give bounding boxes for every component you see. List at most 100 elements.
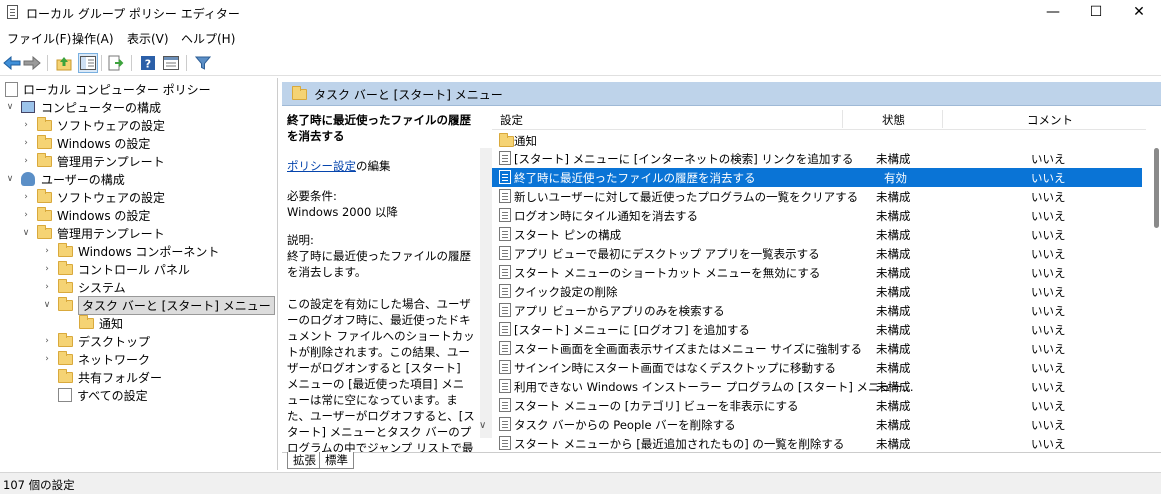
menu-action[interactable]: 操作(A) [72, 30, 114, 47]
minimize-button[interactable]: — [1030, 0, 1076, 26]
description-title: 終了時に最近使ったファイルの履歴を消去する [287, 113, 471, 143]
chevron-down-icon[interactable]: ∨ [5, 102, 15, 112]
table-row[interactable]: スタート ピンの構成 未構成 いいえ [492, 225, 1142, 244]
table-row[interactable]: [スタート] メニューに [インターネットの検索] リンクを追加する 未構成 いいえ [492, 149, 1142, 168]
folder-icon [37, 152, 52, 167]
folder-icon [37, 116, 52, 131]
table-row[interactable]: アプリ ビューで最初にデスクトップ アプリを一覧表示する 未構成 いいえ [492, 244, 1142, 263]
list-scrollbar[interactable] [1152, 108, 1161, 452]
table-row[interactable]: ログオン時にタイル通知を消去する 未構成 いいえ [492, 206, 1142, 225]
chevron-right-icon[interactable]: › [42, 246, 52, 256]
table-row[interactable]: スタート画面を全画面表示サイズまたはメニュー サイズに強制する 未構成 いいえ [492, 339, 1142, 358]
setting-icon [499, 189, 511, 203]
user-icon [21, 172, 35, 186]
menu-view[interactable]: 表示(V) [127, 30, 169, 47]
table-row[interactable]: サインイン時にスタート画面ではなくデスクトップに移動する 未構成 いいえ [492, 358, 1142, 377]
details-header: タスク バーと [スタート] メニュー [282, 82, 1161, 106]
table-row[interactable]: [スタート] メニューに [ログオフ] を追加する 未構成 いいえ [492, 320, 1142, 339]
close-button[interactable]: ✕ [1116, 0, 1161, 26]
tree-node-network[interactable]: › ネットワーク [42, 350, 150, 368]
table-row[interactable]: タスク バーからの People バーを削除する 未構成 いいえ [492, 415, 1142, 434]
chevron-down-icon[interactable]: ∨ [42, 300, 52, 310]
tab-extended[interactable]: 拡張 [287, 452, 322, 469]
chevron-down-icon[interactable]: ∨ [5, 174, 15, 184]
menu-bar: ファイル(F) 操作(A) 表示(V) ヘルプ(H) [0, 28, 1161, 48]
up-folder-icon[interactable] [54, 53, 74, 73]
properties-icon[interactable] [161, 53, 181, 73]
filter-icon[interactable] [193, 53, 213, 73]
column-comment[interactable]: コメント [1027, 112, 1073, 128]
table-row[interactable]: アプリ ビューからアプリのみを検索する 未構成 いいえ [492, 301, 1142, 320]
chevron-right-icon[interactable]: › [42, 264, 52, 274]
menu-file[interactable]: ファイル(F) [7, 30, 71, 47]
table-row[interactable]: スタート メニューのショートカット メニューを無効にする 未構成 いいえ [492, 263, 1142, 282]
table-row[interactable]: クイック設定の削除 未構成 いいえ [492, 282, 1142, 301]
edit-policy-link[interactable]: ポリシー設定 [287, 159, 356, 173]
tree-pane: ローカル コンピューター ポリシー ∨ コンピューターの構成 › ソフトウェアの… [0, 78, 278, 470]
tree-node-shared-folders[interactable]: 共有フォルダー [58, 368, 162, 386]
tree-node-windows-settings[interactable]: › Windows の設定 [21, 134, 150, 152]
tree-node-control-panel[interactable]: › コントロール パネル [42, 260, 190, 278]
tree-node-user-configuration[interactable]: ∨ ユーザーの構成 [5, 170, 125, 188]
scrollbar-thumb[interactable] [1154, 148, 1159, 228]
tree-node-desktop[interactable]: › デスクトップ [42, 332, 150, 350]
tab-standard[interactable]: 標準 [319, 452, 354, 469]
setting-icon [499, 417, 511, 431]
chevron-right-icon[interactable]: › [42, 282, 52, 292]
folder-icon [58, 260, 73, 275]
folder-icon [58, 242, 73, 257]
description-scrollbar[interactable] [480, 148, 492, 438]
table-row[interactable]: 新しいユーザーに対して最近使ったプログラムの一覧をクリアする 未構成 いいえ [492, 187, 1142, 206]
chevron-right-icon[interactable]: › [21, 138, 31, 148]
folder-icon [58, 350, 73, 365]
tree-node-user-admin-templates[interactable]: ∨ 管理用テンプレート [21, 224, 165, 242]
column-setting[interactable]: 設定 [500, 112, 523, 128]
folder-icon [292, 86, 307, 100]
description-detail: この設定を有効にした場合、ユーザーのログオフ時に、最近使ったドキュメント ファイ… [287, 297, 475, 452]
table-row-selected[interactable]: 終了時に最近使ったファイルの履歴を消去する 有効 いいえ [492, 168, 1142, 187]
tree-node-admin-templates[interactable]: › 管理用テンプレート [21, 152, 165, 170]
tree-node-local-computer-policy[interactable]: ローカル コンピューター ポリシー [5, 80, 211, 98]
help-icon[interactable]: ? [138, 53, 158, 73]
toolbar-separator [47, 55, 48, 71]
export-list-icon[interactable] [106, 53, 126, 73]
tree-node-system[interactable]: › システム [42, 278, 126, 296]
show-tree-icon[interactable] [78, 53, 98, 73]
maximize-button[interactable]: ☐ [1073, 0, 1119, 26]
tree-node-windows-components[interactable]: › Windows コンポーネント [42, 242, 219, 260]
back-icon[interactable] [2, 53, 22, 73]
table-row[interactable]: スタート メニューの [カテゴリ] ビューを非表示にする 未構成 いいえ [492, 396, 1142, 415]
forward-icon[interactable] [22, 53, 42, 73]
tree-node-software-settings[interactable]: › ソフトウェアの設定 [21, 116, 165, 134]
folder-icon [37, 224, 52, 239]
policy-editor-icon [7, 5, 18, 19]
list-item-folder[interactable]: 通知 [492, 131, 1142, 150]
chevron-right-icon[interactable]: › [42, 354, 52, 364]
tree-node-user-windows-settings[interactable]: › Windows の設定 [21, 206, 150, 224]
scroll-down-icon[interactable]: ∨ [479, 420, 486, 431]
chevron-right-icon[interactable]: › [21, 192, 31, 202]
chevron-right-icon[interactable]: › [21, 120, 31, 130]
tree-node-notifications[interactable]: 通知 [79, 314, 123, 332]
column-state[interactable]: 状態 [882, 112, 905, 128]
tree-node-computer-configuration[interactable]: ∨ コンピューターの構成 [5, 98, 161, 116]
chevron-down-icon[interactable]: ∨ [21, 228, 31, 238]
menu-help[interactable]: ヘルプ(H) [181, 30, 235, 47]
list-header: 設定 状態 コメント [492, 108, 1146, 130]
setting-icon [499, 398, 511, 412]
chevron-right-icon[interactable]: › [21, 210, 31, 220]
chevron-right-icon[interactable]: › [42, 336, 52, 346]
title-bar: ローカル グループ ポリシー エディター — ☐ ✕ [0, 0, 1161, 26]
tree-node-taskbar-start-menu[interactable]: ∨ タスク バーと [スタート] メニュー [42, 295, 275, 315]
folder-icon [58, 278, 73, 293]
tree-node-all-settings[interactable]: すべての設定 [58, 386, 148, 404]
table-row[interactable]: 利用できない Windows インストーラー プログラムの [スタート] メニュ… [492, 377, 1142, 396]
folder-icon [58, 332, 73, 347]
setting-icon [499, 360, 511, 374]
description-panel: 終了時に最近使ったファイルの履歴を消去する ポリシー設定の編集 必要条件: Win… [282, 108, 480, 452]
tree-node-user-software-settings[interactable]: › ソフトウェアの設定 [21, 188, 165, 206]
folder-icon [37, 134, 52, 149]
table-row[interactable]: スタート メニューから [最近追加されたもの] の一覧を削除する 未構成 いいえ [492, 434, 1142, 452]
folder-icon [37, 206, 52, 221]
chevron-right-icon[interactable]: › [21, 156, 31, 166]
